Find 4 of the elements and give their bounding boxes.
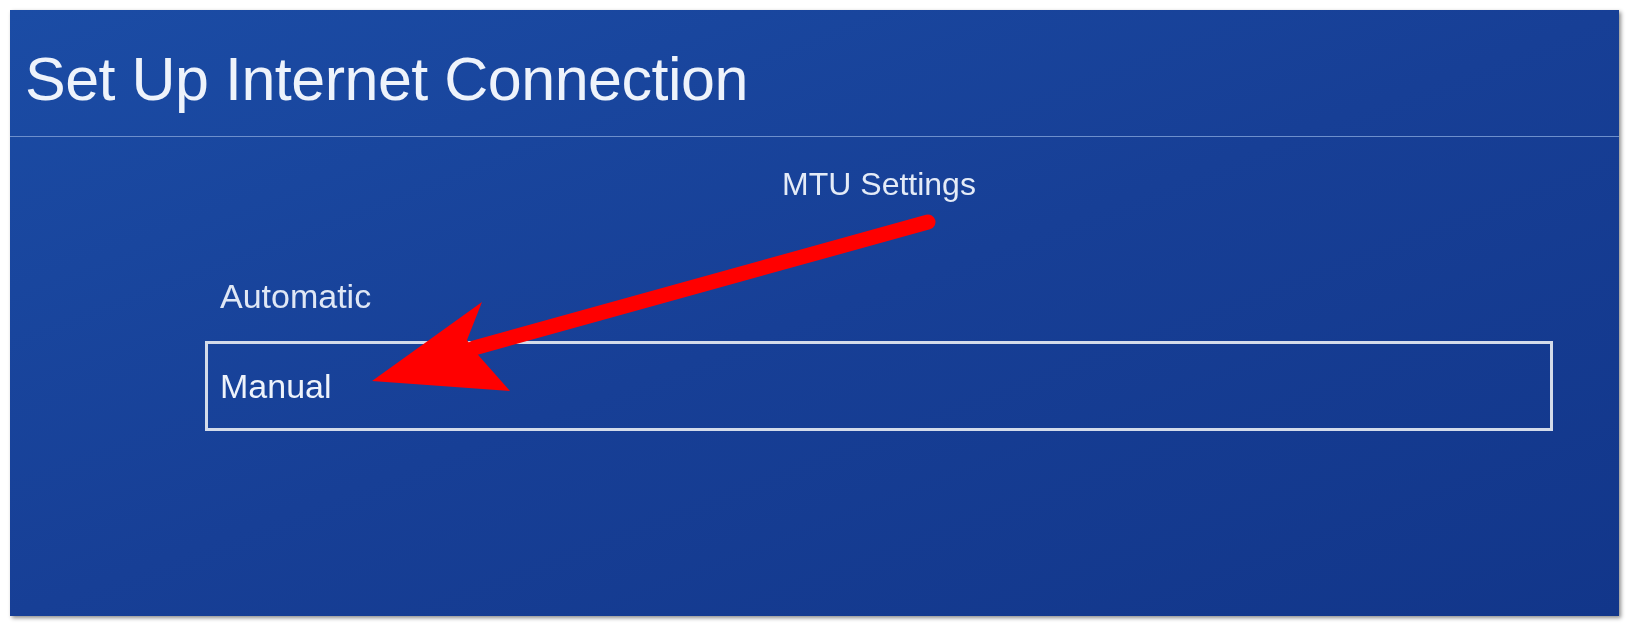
page-title: Set Up Internet Connection bbox=[25, 44, 748, 114]
option-item[interactable]: Manual bbox=[205, 341, 1553, 431]
section-heading: MTU Settings bbox=[782, 165, 976, 203]
option-item[interactable]: Automatic bbox=[205, 251, 1553, 341]
